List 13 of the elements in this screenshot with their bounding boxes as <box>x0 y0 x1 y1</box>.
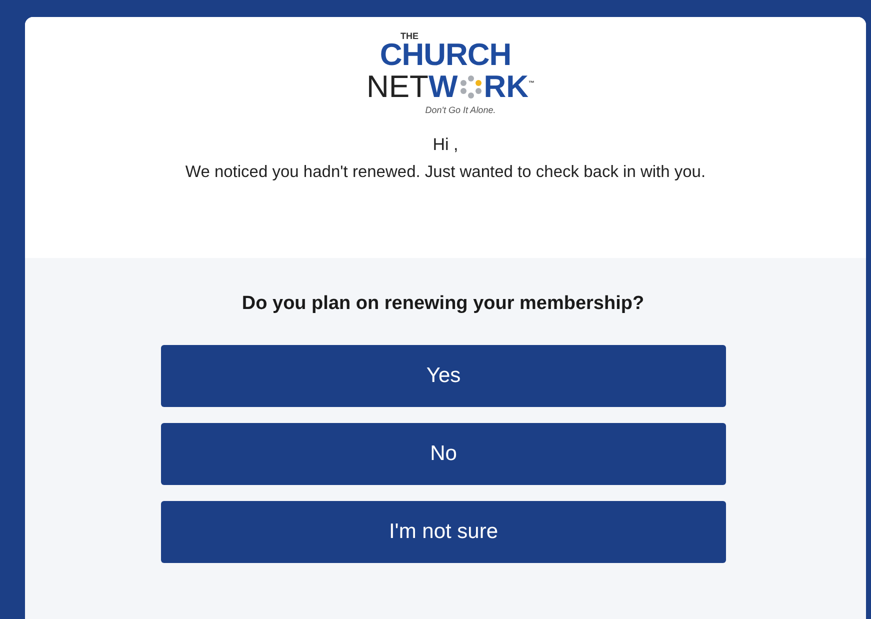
logo-text: THE <box>400 31 418 41</box>
logo-text: RK <box>484 72 529 102</box>
answer-button[interactable]: Yes <box>161 345 726 407</box>
logo-text: NET <box>366 72 428 102</box>
logo-text: CHURCH <box>380 41 512 69</box>
dot-ring-icon <box>458 75 483 99</box>
message-text: We noticed you hadn't renewed. Just wanted to check back in with you. <box>185 163 706 182</box>
question-text: Do you plan on renewing your membership? <box>242 293 644 315</box>
logo-text: W <box>428 72 458 102</box>
answer-button[interactable]: No <box>161 423 726 485</box>
logo-tagline: Don't Go It Alone. <box>425 105 496 115</box>
answer-button[interactable]: I'm not sure <box>161 501 726 563</box>
greeting-text: Hi , <box>432 135 458 155</box>
